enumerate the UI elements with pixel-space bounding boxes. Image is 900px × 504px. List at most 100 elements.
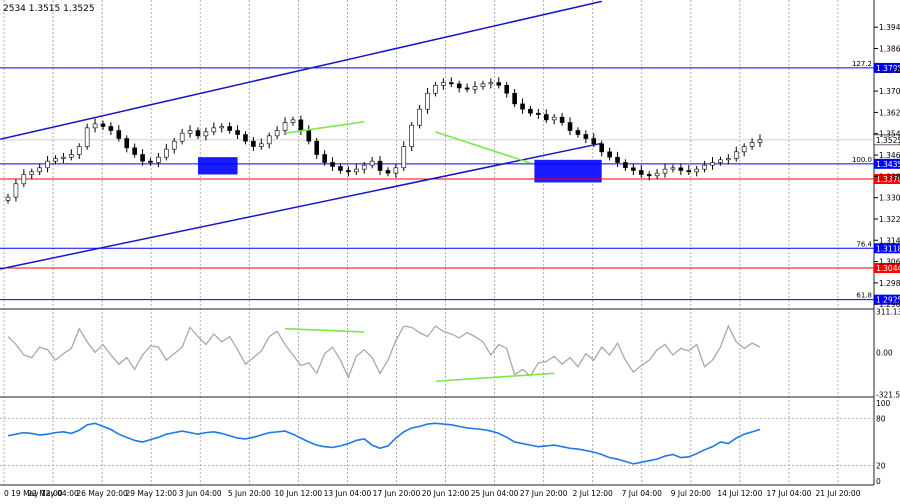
candle-body <box>37 167 42 173</box>
candle-body <box>235 130 240 135</box>
rsi-tick-label: 0 <box>876 477 881 486</box>
fib-level-label: 127.2 <box>852 60 872 68</box>
candle-body <box>353 168 359 173</box>
candle-body <box>100 123 106 127</box>
candle-body <box>116 130 122 139</box>
consolidation-box <box>197 157 238 175</box>
candle-body <box>710 162 715 166</box>
x-tick-label: 14 Jul 12:00 <box>717 489 762 498</box>
candle-body <box>306 130 312 142</box>
candle-body <box>393 167 399 174</box>
ohlc-readout: 2534 1.3515 1.3525 <box>3 4 95 14</box>
candle-body <box>69 154 74 158</box>
candle-body <box>559 116 565 123</box>
candle-body <box>694 168 699 173</box>
candle-body <box>536 112 541 115</box>
candle-body <box>488 82 494 85</box>
y-tick-label: 1.3788 <box>879 66 900 75</box>
candle-body <box>433 84 438 94</box>
candle-body <box>227 126 232 131</box>
candle-body <box>583 134 589 139</box>
candle-body <box>132 147 137 155</box>
candle-body <box>314 140 320 155</box>
y-tick-label: 1.3148 <box>879 236 900 245</box>
candle-body <box>171 140 177 150</box>
candle-body <box>757 139 763 143</box>
candle-body <box>567 122 573 131</box>
x-tick-label: 17 Jul 04:00 <box>766 489 811 498</box>
candle-body <box>686 170 692 173</box>
candle-body <box>5 196 11 201</box>
candle-body <box>124 138 130 149</box>
x-tick-label: 20 Jun 12:00 <box>422 489 470 498</box>
candle-body <box>464 87 470 90</box>
rsi-tick-label: 20 <box>876 461 886 470</box>
candle-body <box>599 143 604 153</box>
candle-body <box>749 142 755 147</box>
x-tick-label: 3 Jun 04:00 <box>179 489 222 498</box>
y-tick-label: 1.3468 <box>879 151 900 160</box>
candle-body <box>591 138 597 145</box>
cci-tick-label: 0.00 <box>876 348 893 357</box>
candle-body <box>456 83 462 89</box>
candle-body <box>385 170 391 174</box>
candle-body <box>282 122 288 131</box>
x-tick-label: 27 Jun 20:00 <box>520 489 568 498</box>
x-tick-label: 13 Jun 04:00 <box>324 489 372 498</box>
y-tick-label: 1.3948 <box>879 23 900 32</box>
rsi-tick-label: 100 <box>876 399 891 408</box>
candle-body <box>266 135 272 145</box>
candle-body <box>520 103 525 110</box>
candle-body <box>670 167 676 170</box>
candle-body <box>140 154 145 162</box>
x-tick-label: 7 Jul 04:00 <box>622 489 662 498</box>
candle-body <box>259 143 264 147</box>
candle-body <box>678 167 684 171</box>
candle-body <box>298 119 304 131</box>
x-tick-label: 5 Jun 20:00 <box>228 489 271 498</box>
x-tick-label: 26 May 20:00 <box>76 489 128 498</box>
x-tick-label: 25 Jun 04:00 <box>471 489 519 498</box>
candle-body <box>741 146 747 153</box>
candle-body <box>401 146 407 169</box>
candle-body <box>662 168 668 174</box>
candle-body <box>369 160 375 166</box>
fib-level-label: 76.4 <box>856 240 872 248</box>
candle-body <box>243 134 248 142</box>
candle-body <box>575 130 581 135</box>
candle-body <box>480 83 486 87</box>
candle-body <box>45 160 50 169</box>
candle-body <box>631 167 636 171</box>
candle-body <box>607 151 612 158</box>
y-tick-label: 1.2988 <box>879 279 900 288</box>
candle-body <box>726 158 731 161</box>
candle-body <box>733 151 739 159</box>
chart-canvas: 2534 1.3515 1.3525 1.3795127.21.3435100.… <box>0 0 900 500</box>
candle-body <box>512 92 517 105</box>
candle-body <box>551 116 557 121</box>
candle-body <box>84 127 90 147</box>
x-tick-label: 22 May 04:00 <box>27 489 79 498</box>
candle-body <box>92 123 98 129</box>
y-tick-label: 1.3228 <box>879 215 900 224</box>
candle-body <box>338 166 343 171</box>
x-tick-label: 2 Jul 12:00 <box>573 489 613 498</box>
candle-body <box>179 132 185 142</box>
candle-body <box>290 119 296 123</box>
candle-body <box>251 140 256 147</box>
candle-body <box>702 164 707 170</box>
candle-body <box>472 86 478 90</box>
candle-body <box>377 160 383 171</box>
candle-body <box>330 162 335 167</box>
y-tick-label: 1.3868 <box>879 44 900 53</box>
x-tick-label: 9 Jul 20:00 <box>671 489 711 498</box>
candle-body <box>187 130 193 134</box>
candle-body <box>53 158 58 162</box>
candle-body <box>21 174 27 185</box>
candle-body <box>29 171 35 175</box>
y-tick-label: 1.3308 <box>879 194 900 203</box>
candle-body <box>322 154 327 163</box>
candle-body <box>108 126 114 131</box>
candle-body <box>61 156 66 159</box>
candle-body <box>13 183 19 198</box>
